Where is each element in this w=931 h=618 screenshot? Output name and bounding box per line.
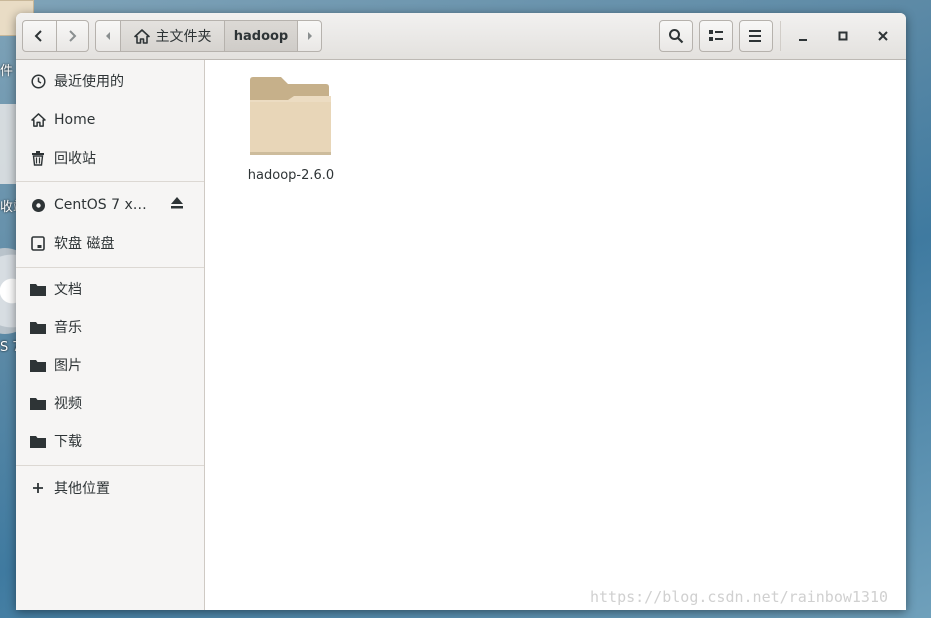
sidebar-item-label: 文档 xyxy=(54,282,82,298)
folder-item-hadoop[interactable]: hadoop-2.6.0 xyxy=(235,74,347,183)
trash-icon xyxy=(30,150,46,166)
menu-button[interactable] xyxy=(739,20,773,52)
path-home-button[interactable]: 主文件夹 xyxy=(120,21,224,51)
close-button[interactable] xyxy=(871,24,895,48)
sidebar-separator xyxy=(16,267,204,268)
folder-icon xyxy=(30,281,46,297)
sidebar-item-label: 下载 xyxy=(54,434,82,450)
maximize-button[interactable] xyxy=(831,24,855,48)
floppy-drive-icon xyxy=(30,235,46,251)
chevron-left-icon xyxy=(34,30,42,42)
sidebar-item-label: 软盘 磁盘 xyxy=(54,236,115,252)
sidebar-item-home[interactable]: Home xyxy=(16,102,204,138)
sidebar-item-label: 回收站 xyxy=(54,151,96,167)
header-separator xyxy=(780,21,781,51)
path-scroll-left-button[interactable] xyxy=(96,21,120,51)
header-bar: 主文件夹 hadoop xyxy=(16,13,906,60)
search-button[interactable] xyxy=(659,20,693,52)
watermark-text: https://blog.csdn.net/rainbow1310 xyxy=(590,588,889,606)
sidebar-item-downloads[interactable]: 下载 xyxy=(16,423,204,459)
nav-buttons xyxy=(22,20,89,52)
path-current-button[interactable]: hadoop xyxy=(224,21,297,51)
desktop-folder-label: 件 xyxy=(0,64,14,79)
sidebar-item-videos[interactable]: 视频 xyxy=(16,385,204,421)
sidebar-item-music[interactable]: 音乐 xyxy=(16,309,204,345)
folder-icon xyxy=(30,395,46,411)
path-home-label: 主文件夹 xyxy=(155,29,212,45)
chevron-right-icon xyxy=(69,30,77,42)
sidebar-item-label: 音乐 xyxy=(54,320,82,336)
optical-disc-icon xyxy=(30,197,46,213)
path-bar: 主文件夹 hadoop xyxy=(95,20,322,52)
folder-icon xyxy=(30,433,46,449)
sidebar-separator xyxy=(16,181,204,182)
folder-name: hadoop-2.6.0 xyxy=(247,168,335,183)
maximize-icon xyxy=(838,31,848,41)
sidebar-item-label: 图片 xyxy=(54,358,82,374)
clock-icon xyxy=(30,73,46,89)
sidebar-item-label: Home xyxy=(54,112,96,128)
triangle-right-icon xyxy=(307,32,312,40)
view-toggle-button[interactable] xyxy=(699,20,733,52)
sidebar-item-documents[interactable]: 文档 xyxy=(16,271,204,307)
triangle-left-icon xyxy=(106,32,110,40)
close-icon xyxy=(878,31,888,41)
sidebar-item-trash[interactable]: 回收站 xyxy=(16,140,204,176)
list-view-icon xyxy=(709,30,723,41)
eject-icon[interactable] xyxy=(170,197,184,213)
folder-icon xyxy=(30,357,46,373)
minimize-icon xyxy=(799,39,807,41)
folder-icon xyxy=(30,319,46,335)
sidebar-separator xyxy=(16,465,204,466)
forward-button[interactable] xyxy=(55,21,89,51)
home-icon xyxy=(30,112,46,128)
sidebar-item-floppy[interactable]: 软盘 磁盘 xyxy=(16,225,204,261)
sidebar: 最近使用的 Home 回收站 CentOS 7 x… 软盘 磁盘 文档 音乐 图… xyxy=(16,60,205,610)
hamburger-menu-icon xyxy=(749,30,761,42)
home-icon xyxy=(133,28,150,44)
folder-icon xyxy=(250,77,331,155)
sidebar-item-label: 视频 xyxy=(54,396,82,412)
minimize-button[interactable] xyxy=(791,24,815,48)
search-icon xyxy=(669,29,684,44)
sidebar-item-label: 最近使用的 xyxy=(54,74,124,90)
sidebar-item-centos-disc[interactable]: CentOS 7 x… xyxy=(16,187,204,223)
plus-icon xyxy=(30,480,46,496)
file-manager-window: 主文件夹 hadoop 最近使用的 Home 回收站 CentOS 7 x… 软… xyxy=(16,13,906,610)
sidebar-item-label: 其他位置 xyxy=(54,481,110,497)
sidebar-item-other-locations[interactable]: 其他位置 xyxy=(16,470,204,506)
path-scroll-right-button[interactable] xyxy=(297,21,321,51)
path-current-label: hadoop xyxy=(233,28,289,44)
file-view: hadoop-2.6.0 xyxy=(205,60,906,610)
sidebar-item-pictures[interactable]: 图片 xyxy=(16,347,204,383)
sidebar-item-label: CentOS 7 x… xyxy=(54,197,147,213)
sidebar-item-recent[interactable]: 最近使用的 xyxy=(16,63,204,99)
back-button[interactable] xyxy=(23,21,56,51)
